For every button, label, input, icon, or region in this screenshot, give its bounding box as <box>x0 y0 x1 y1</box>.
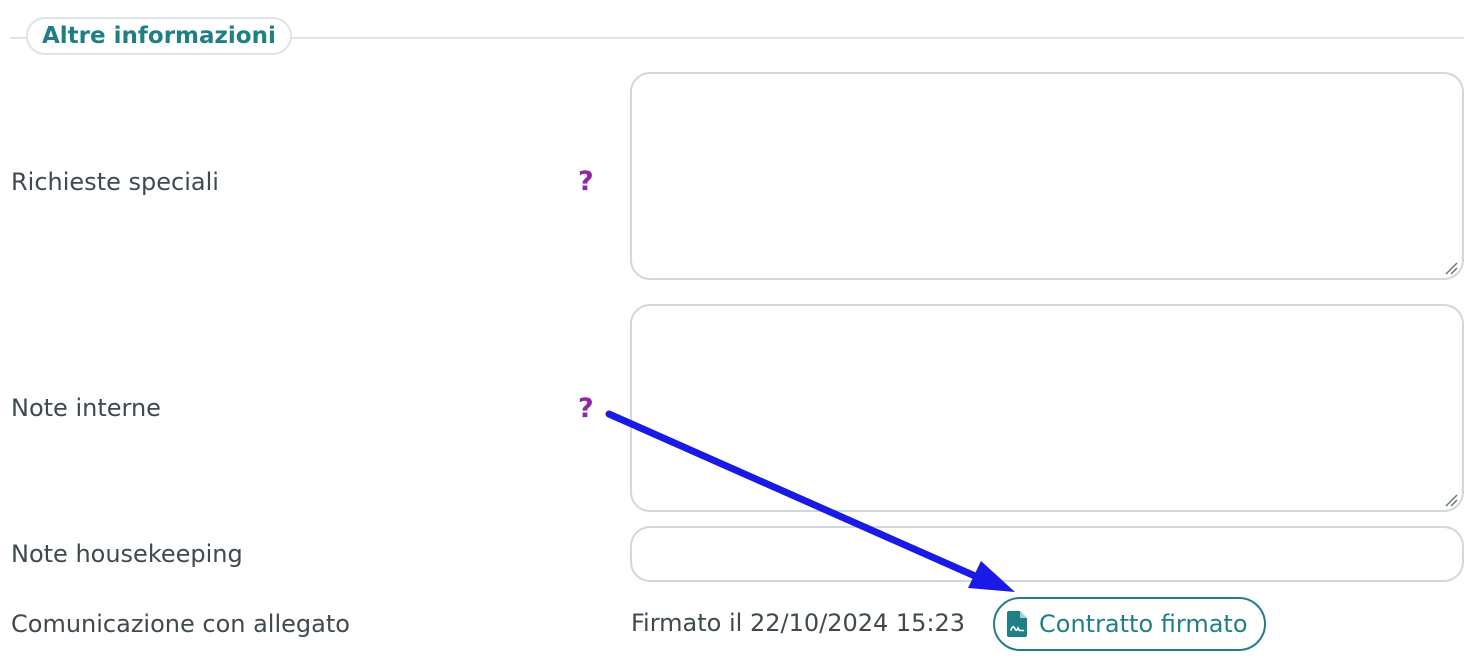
internal-notes-textarea[interactable] <box>630 304 1464 512</box>
internal-notes-label: Note interne <box>11 394 161 422</box>
special-requests-label: Richieste speciali <box>11 168 219 196</box>
attachment-communication-label: Comunicazione con allegato <box>11 610 350 638</box>
signed-document-icon <box>1007 611 1027 637</box>
housekeeping-notes-label: Note housekeeping <box>11 540 243 568</box>
signed-contract-button[interactable]: Contratto firmato <box>993 597 1266 651</box>
section-title: Altre informazioni <box>26 17 292 55</box>
special-requests-textarea[interactable] <box>630 72 1464 280</box>
signed-timestamp-text: Firmato il 22/10/2024 15:23 <box>631 609 966 637</box>
signed-contract-button-label: Contratto firmato <box>1039 610 1248 638</box>
special-requests-help-icon[interactable]: ? <box>578 168 594 195</box>
housekeeping-notes-input[interactable] <box>630 526 1464 582</box>
internal-notes-help-icon[interactable]: ? <box>578 395 594 422</box>
